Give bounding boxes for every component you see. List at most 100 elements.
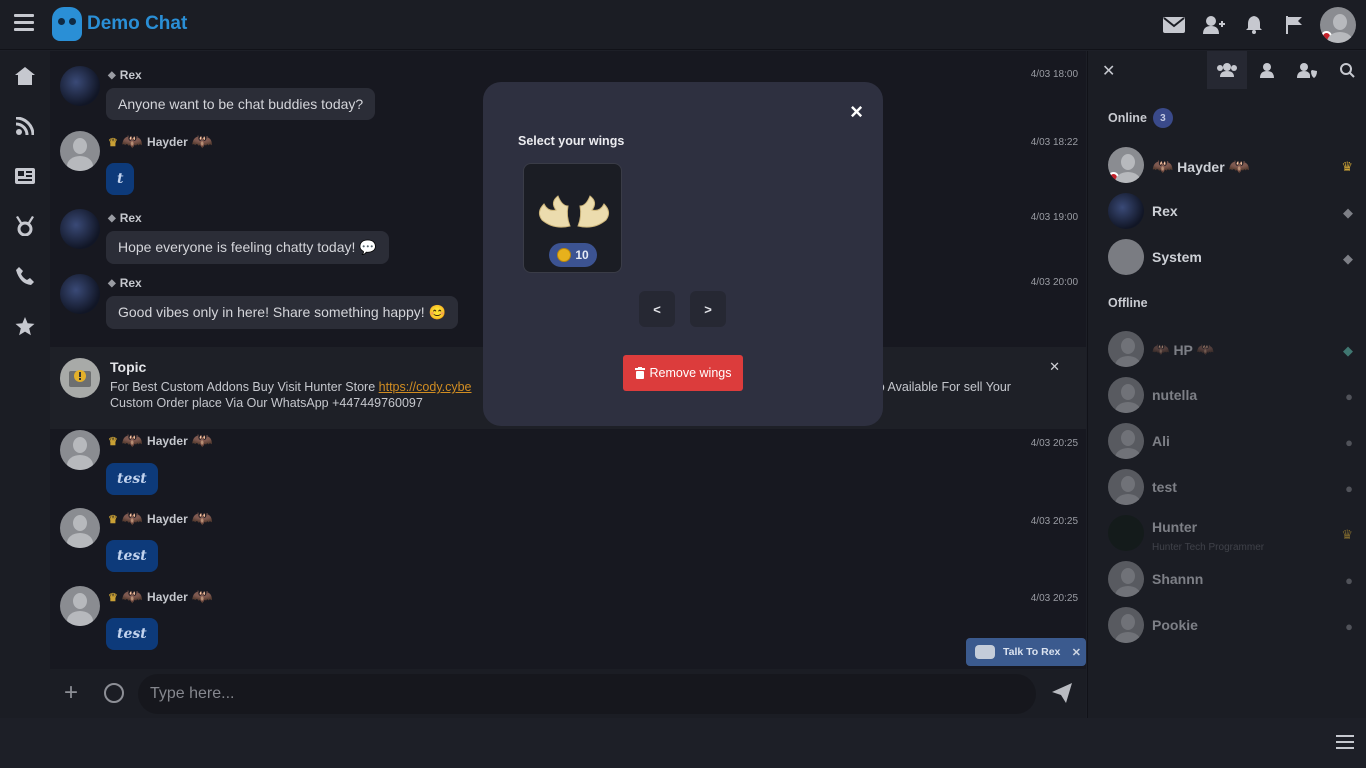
logo-icon — [52, 7, 82, 41]
next-page-button[interactable]: > — [690, 291, 726, 327]
nav-home[interactable] — [0, 51, 50, 101]
nav-call[interactable] — [0, 251, 50, 301]
plus-icon[interactable]: + — [64, 681, 78, 705]
message-time: 4/03 18:22 — [1030, 137, 1078, 148]
talk-to-rex-label: Talk To Rex — [1003, 646, 1061, 658]
avatar-hp — [1108, 331, 1144, 367]
username-row[interactable]: ♛ 🦇 Hayder 🦇 — [108, 431, 213, 451]
user-item[interactable]: Hunter Hunter Tech Programmer ♛ — [1108, 515, 1353, 555]
add-friend-icon[interactable] — [1194, 7, 1234, 43]
user-item[interactable]: Rex ◆ — [1108, 193, 1353, 233]
message-time: 4/03 20:00 — [1030, 277, 1078, 288]
user-item[interactable]: 🦇 HP 🦇 ◆ — [1108, 331, 1353, 371]
wing-left-icon: 🦇 — [121, 431, 144, 450]
user-item[interactable]: test ● — [1108, 469, 1353, 509]
tab-users[interactable] — [1207, 51, 1247, 89]
message-text: test — [106, 463, 158, 495]
user-item[interactable]: Ali ● — [1108, 423, 1353, 463]
avatar-hunter — [1108, 515, 1144, 551]
username-row[interactable]: ◆ Rex — [108, 276, 142, 290]
top-actions — [1154, 7, 1356, 43]
modal-close-button[interactable]: × — [850, 99, 863, 125]
menu-icon[interactable] — [14, 14, 34, 34]
talk-to-rex-close-icon[interactable]: ✕ — [1072, 646, 1081, 659]
wing-left-icon: 🦇 — [121, 509, 144, 528]
talk-to-rex-button[interactable]: Talk To Rex ✕ — [966, 638, 1086, 666]
wing-option-card[interactable]: 10 — [523, 163, 622, 273]
avatar-hayder[interactable] — [60, 508, 100, 548]
avatar-system — [1108, 239, 1144, 275]
message-time: 4/03 19:00 — [1030, 212, 1078, 223]
message-text: Anyone want to be chat buddies today? — [106, 88, 376, 120]
wing-right-icon: 🦇 — [1196, 341, 1215, 357]
chat-message: ♛ 🦇 Hayder 🦇 test 4/03 20:25 — [60, 586, 1078, 656]
user-item[interactable]: 🦇 Hayder 🦇 ♛ — [1108, 147, 1353, 187]
robot-icon — [975, 645, 995, 659]
user-rank-icon: ● — [1345, 435, 1353, 450]
topic-close-icon[interactable]: ✕ — [1049, 359, 1060, 375]
message-text: t — [106, 163, 135, 195]
message-input[interactable] — [138, 674, 1036, 714]
wing-right-icon: 🦇 — [1228, 157, 1250, 176]
avatar-rex[interactable] — [60, 274, 100, 314]
mail-icon[interactable] — [1154, 7, 1194, 43]
topic-mail-icon — [60, 358, 100, 398]
remove-wings-button[interactable]: Remove wings — [623, 355, 743, 391]
avatar-rex[interactable] — [60, 209, 100, 249]
message-text: Good vibes only in here! Share something… — [106, 296, 458, 329]
user-rank-icon: ● — [1345, 573, 1353, 588]
avatar-hayder[interactable] — [60, 131, 100, 171]
message-time: 4/03 20:25 — [1030, 438, 1078, 449]
crown-icon: ♛ — [108, 435, 118, 448]
app-logo[interactable]: Demo Chat — [52, 7, 187, 41]
flag-icon[interactable] — [1274, 7, 1314, 43]
user-shield-icon — [1297, 62, 1317, 78]
wings-modal: × Select your wings 10 < > Remove wings — [483, 82, 883, 426]
phone-icon — [16, 267, 34, 285]
tab-search[interactable] — [1327, 51, 1366, 89]
bell-icon[interactable] — [1234, 7, 1274, 43]
status-busy-icon — [1321, 31, 1332, 42]
bottom-bar — [0, 718, 1366, 768]
crown-icon: ♛ — [108, 591, 118, 604]
bottom-menu-icon[interactable] — [1336, 735, 1354, 753]
user-item[interactable]: System ◆ — [1108, 239, 1353, 279]
nav-favorites[interactable] — [0, 301, 50, 351]
username-row[interactable]: ◆ Rex — [108, 211, 142, 225]
nav-feed[interactable] — [0, 101, 50, 151]
avatar-rex[interactable] — [60, 66, 100, 106]
topic-link[interactable]: https://cody.cybe — [379, 380, 472, 394]
send-icon[interactable] — [1052, 683, 1072, 708]
nav-badges[interactable] — [0, 201, 50, 251]
avatar-nutella — [1108, 377, 1144, 413]
username-row[interactable]: ♛ 🦇 Hayder 🦇 — [108, 587, 213, 607]
tab-staff[interactable] — [1287, 51, 1327, 89]
tab-friends[interactable] — [1247, 51, 1287, 89]
modal-title: Select your wings — [518, 134, 625, 148]
user-item[interactable]: nutella ● — [1108, 377, 1353, 417]
username-row[interactable]: ♛ 🦇 Hayder 🦇 — [108, 509, 213, 529]
price-badge: 10 — [549, 243, 597, 267]
emoji-icon[interactable] — [104, 683, 124, 703]
avatar-hayder[interactable] — [60, 430, 100, 470]
nav-news[interactable] — [0, 151, 50, 201]
avatar-hayder[interactable] — [60, 586, 100, 626]
message-text: Hope everyone is feeling chatty today! 💬 — [106, 231, 389, 264]
chat-message: ♛ 🦇 Hayder 🦇 test 4/03 20:25 — [60, 430, 1078, 500]
username-row[interactable]: ◆ Rex — [108, 68, 142, 82]
crown-icon: ♛ — [1341, 159, 1353, 174]
rank-icon: ◆ — [108, 277, 116, 289]
crown-icon: ♛ — [1341, 527, 1353, 542]
avatar-hayder — [1108, 147, 1144, 183]
crown-icon: ♛ — [108, 513, 118, 526]
prev-page-button[interactable]: < — [639, 291, 675, 327]
user-item[interactable]: Shannn ● — [1108, 561, 1353, 601]
user-icon — [1260, 62, 1274, 78]
profile-avatar[interactable] — [1320, 7, 1356, 43]
wing-right-icon: 🦇 — [191, 509, 213, 528]
panel-close-icon[interactable]: ✕ — [1102, 61, 1115, 81]
username-row[interactable]: ♛ 🦇 Hayder 🦇 — [108, 132, 213, 152]
crown-icon: ♛ — [108, 136, 118, 149]
user-item[interactable]: Pookie ● — [1108, 607, 1353, 647]
angel-wings-icon — [524, 192, 623, 240]
